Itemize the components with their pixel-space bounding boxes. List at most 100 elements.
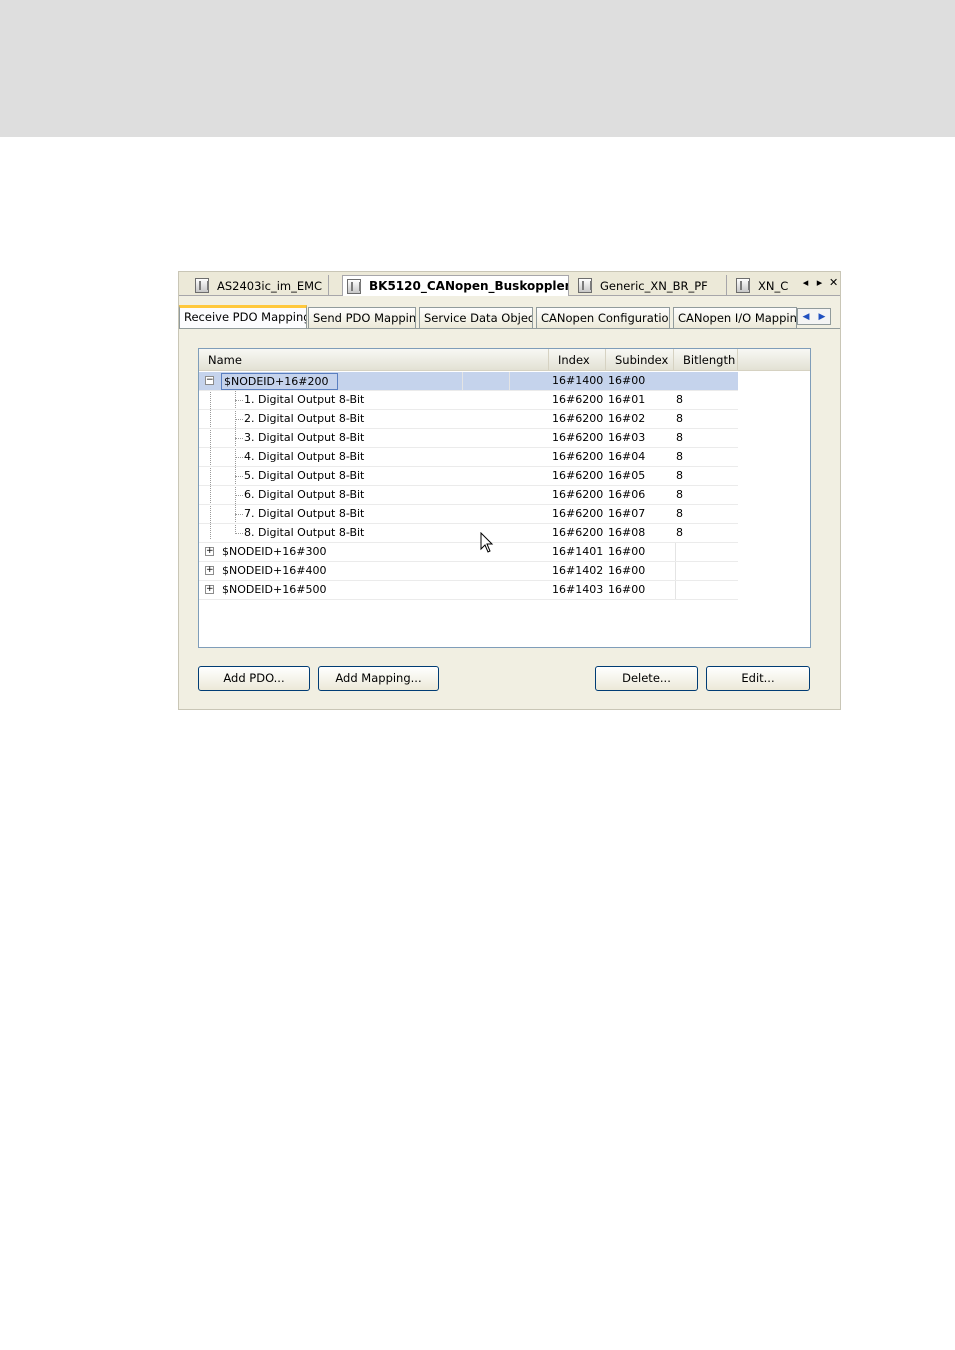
index-cell: 16#1402 (552, 564, 604, 577)
table-row[interactable]: 2. Digital Output 8-Bit 16#6200 16#02 8 (199, 410, 738, 429)
tree-branch (235, 476, 243, 477)
bitlength-cell (675, 372, 737, 390)
index-cell: 16#6200 (552, 469, 604, 482)
subindex-cell: 16#00 (608, 583, 646, 596)
table-header: Name Index Subindex Bitlength (199, 349, 810, 371)
delete-button[interactable]: Delete... (595, 666, 698, 691)
subindex-cell: 16#00 (608, 564, 646, 577)
column-separator (462, 372, 463, 390)
tab-body-border (179, 328, 840, 329)
doc-tab-xn-c[interactable]: XN_C (732, 275, 794, 296)
subindex-cell: 16#00 (608, 374, 646, 387)
bitlength-cell (675, 562, 737, 580)
table-row[interactable]: 4. Digital Output 8-Bit 16#6200 16#04 8 (199, 448, 738, 467)
name-cell: 5. Digital Output 8-Bit (244, 469, 365, 482)
subindex-cell: 16#05 (608, 469, 646, 482)
bitlength-cell: 8 (676, 469, 683, 482)
tab-canopen-io-mapping[interactable]: CANopen I/O Mapping (673, 307, 797, 328)
expand-icon[interactable]: + (205, 566, 214, 575)
scroll-left-icon[interactable]: ◂ (801, 276, 810, 289)
name-cell: − $NODEID+16#200 (199, 372, 549, 390)
tree-branch (235, 419, 243, 420)
subindex-cell: 16#00 (608, 545, 646, 558)
column-header-name[interactable]: Name (199, 349, 549, 371)
name-cell: 8. Digital Output 8-Bit (244, 526, 365, 539)
editor-tab-strip: Receive PDO Mapping Send PDO Mapping Ser… (179, 305, 840, 329)
table-row[interactable]: 5. Digital Output 8-Bit 16#6200 16#05 8 (199, 467, 738, 486)
close-icon[interactable]: ✕ (829, 276, 838, 289)
tree-branch (235, 514, 243, 515)
bitlength-cell: 8 (676, 526, 683, 539)
name-cell: 3. Digital Output 8-Bit (244, 431, 365, 444)
subindex-cell: 16#06 (608, 488, 646, 501)
tree-branch (235, 495, 243, 496)
index-cell: 16#1403 (552, 583, 604, 596)
page-header-band (0, 0, 955, 137)
tree-branch (235, 438, 243, 439)
doc-tab-bk5120[interactable]: BK5120_CANopen_Buskoppler (342, 275, 569, 296)
column-separator (509, 372, 510, 390)
table-row[interactable]: 8. Digital Output 8-Bit 16#6200 16#08 8 (199, 524, 738, 543)
table-row[interactable]: 3. Digital Output 8-Bit 16#6200 16#03 8 (199, 429, 738, 448)
table-row[interactable]: 1. Digital Output 8-Bit 16#6200 16#01 8 (199, 391, 738, 410)
tab-send-pdo-mapping[interactable]: Send PDO Mapping (308, 307, 416, 328)
add-pdo-button[interactable]: Add PDO... (198, 666, 310, 691)
expand-icon[interactable]: + (205, 547, 214, 556)
doc-tab-generic-xn[interactable]: Generic_XN_BR_PF (574, 275, 727, 296)
index-cell: 16#1401 (552, 545, 604, 558)
device-icon (736, 278, 750, 293)
index-cell: 16#6200 (552, 488, 604, 501)
device-icon (578, 278, 592, 293)
doc-tab-label: AS2403ic_im_EMC (217, 278, 323, 293)
table-row[interactable]: + $NODEID+16#300 16#1401 16#00 (199, 543, 738, 562)
table-row[interactable]: + $NODEID+16#400 16#1402 16#00 (199, 562, 738, 581)
device-icon (347, 278, 361, 294)
doc-tab-label: BK5120_CANopen_Buskoppler (369, 279, 569, 293)
column-header-index[interactable]: Index (549, 349, 606, 371)
index-cell: 16#6200 (552, 526, 604, 539)
add-mapping-button[interactable]: Add Mapping... (318, 666, 439, 691)
expand-icon[interactable]: + (205, 585, 214, 594)
name-cell: $NODEID+16#300 (222, 545, 327, 558)
scroll-right-icon[interactable]: ▸ (815, 276, 824, 289)
name-cell: 1. Digital Output 8-Bit (244, 393, 365, 406)
index-cell: 16#1400 (552, 374, 604, 387)
subindex-cell: 16#04 (608, 450, 646, 463)
index-cell: 16#6200 (552, 450, 604, 463)
doc-tab-label: Generic_XN_BR_PF (600, 278, 708, 293)
subindex-cell: 16#08 (608, 526, 646, 539)
edit-button[interactable]: Edit... (706, 666, 810, 691)
index-cell: 16#6200 (552, 412, 604, 425)
doc-tab-label: XN_C (758, 278, 789, 293)
bitlength-cell (675, 543, 737, 561)
index-cell: 16#6200 (552, 507, 604, 520)
tab-canopen-configuration[interactable]: CANopen Configuration (536, 307, 670, 328)
tree-branch (235, 400, 243, 401)
collapse-icon[interactable]: − (205, 376, 214, 385)
pdo-mapping-table[interactable]: Name Index Subindex Bitlength − $NODEID+… (198, 348, 811, 648)
tree-branch (235, 457, 243, 458)
table-row[interactable]: − $NODEID+16#200 16#1400 16#00 (199, 372, 738, 391)
node-name-edit[interactable]: $NODEID+16#200 (221, 373, 338, 390)
column-header-subindex[interactable]: Subindex (606, 349, 674, 371)
doc-tab-as2403ic[interactable]: AS2403ic_im_EMC (191, 275, 329, 296)
device-icon (195, 278, 209, 293)
table-row[interactable]: 6. Digital Output 8-Bit 16#6200 16#06 8 (199, 486, 738, 505)
name-cell: 6. Digital Output 8-Bit (244, 488, 365, 501)
bitlength-cell: 8 (676, 488, 683, 501)
tab-service-data-object[interactable]: Service Data Object (419, 307, 533, 328)
subindex-cell: 16#02 (608, 412, 646, 425)
index-cell: 16#6200 (552, 393, 604, 406)
tab-scroll-buttons: ◀ ▶ (797, 308, 831, 325)
bitlength-cell: 8 (676, 507, 683, 520)
index-cell: 16#6200 (552, 431, 604, 444)
column-header-bitlength[interactable]: Bitlength (674, 349, 738, 371)
scroll-right-icon[interactable]: ▶ (819, 312, 826, 322)
subindex-cell: 16#01 (608, 393, 646, 406)
table-row[interactable]: + $NODEID+16#500 16#1403 16#00 (199, 581, 738, 600)
tab-receive-pdo-mapping[interactable]: Receive PDO Mapping (179, 305, 307, 329)
name-cell: 7. Digital Output 8-Bit (244, 507, 365, 520)
table-row[interactable]: 7. Digital Output 8-Bit 16#6200 16#07 8 (199, 505, 738, 524)
bitlength-cell: 8 (676, 393, 683, 406)
scroll-left-icon[interactable]: ◀ (803, 312, 810, 322)
